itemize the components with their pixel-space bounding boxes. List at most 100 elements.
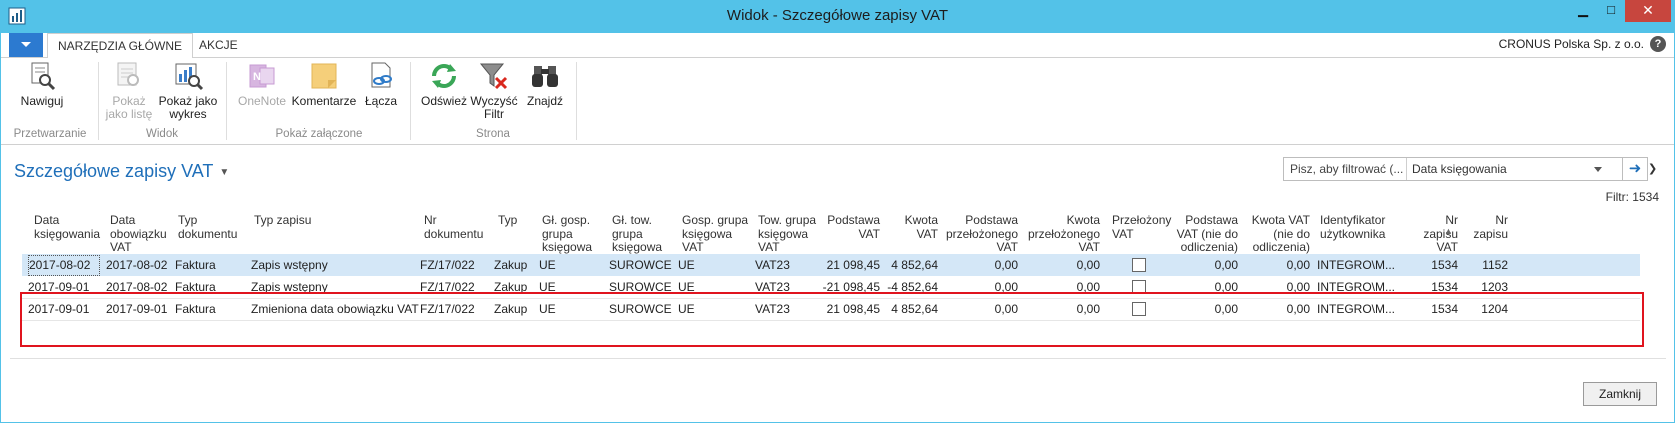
show-as-list-button[interactable]: Pokaż jako listę (103, 60, 155, 121)
show-as-chart-label-2: wykres (169, 107, 207, 121)
cell-nd-base[interactable]: 0,00 (1152, 258, 1238, 272)
cell-doc-type[interactable]: Faktura (175, 258, 245, 272)
links-label: Łącza (364, 94, 398, 108)
col-header-type[interactable]: Typ (498, 213, 517, 228)
filter-box: Pisz, aby filtrować (... Data księgowani… (1283, 157, 1627, 181)
group-show-attached-label: Pokaż załączone (275, 128, 363, 140)
app-menu-button[interactable] (9, 33, 43, 57)
navigate-button[interactable]: Nawiguj (17, 60, 67, 108)
show-as-list-label-2: jako listę (105, 107, 153, 121)
page-title[interactable]: Szczegółowe zapisy VAT ▼ (14, 161, 229, 182)
col-header-vat-base[interactable]: Podstawa VAT (804, 213, 880, 241)
col-header-gen-prod-group[interactable]: Gł. tow. grupa księgowa (612, 213, 662, 255)
col-header-doc-type[interactable]: Typ dokumentu (178, 213, 237, 241)
find-button[interactable]: Znajdź (523, 60, 567, 108)
col-header-vat-date[interactable]: Data obowiązku VAT (110, 213, 167, 255)
chevron-down-icon (21, 42, 31, 47)
highlight-box (20, 292, 1644, 347)
clear-filter-label-2: Filtr (484, 107, 504, 121)
col-header-unrealized-base[interactable]: Podstawa przełożonego VAT (932, 213, 1018, 255)
ribbon: Nawiguj Przetwarzanie Pokaż jako listę P… (1, 58, 1674, 145)
filter-input[interactable]: Pisz, aby filtrować (... (1290, 162, 1403, 176)
onenote-icon: N (249, 64, 275, 88)
col-header-gen-bus-group[interactable]: Gł. gosp. grupa księgowa (542, 213, 592, 255)
cell-gen-bus[interactable]: UE (539, 258, 599, 272)
company-name: CRONUS Polska Sp. z o.o. (1498, 37, 1644, 51)
cell-posting-date[interactable]: 2017-08-02 (28, 255, 100, 276)
clear-filter-button[interactable]: Wyczyść Filtr (469, 60, 519, 121)
navigate-label: Nawiguj (20, 94, 64, 108)
chevron-down-icon[interactable]: ▼ (219, 167, 229, 178)
navigate-icon (31, 62, 56, 91)
filter-count: Filtr: 1534 (1605, 190, 1659, 204)
cell-unreal-base[interactable]: 0,00 (932, 258, 1018, 272)
title-bar: Widok - Szczegółowe zapisy VAT ▁ □ ✕ (0, 0, 1675, 33)
ribbon-divider (576, 62, 577, 140)
cell-user[interactable]: INTEGRO\M... (1317, 258, 1397, 272)
comments-button[interactable]: Komentarze (291, 60, 357, 108)
col-header-entry-type[interactable]: Typ zapisu (254, 213, 311, 228)
cell-nd-amount[interactable]: 0,00 (1230, 258, 1310, 272)
filter-divider (1406, 158, 1407, 180)
show-as-chart-button[interactable]: Pokaż jako wykres (157, 60, 219, 121)
col-header-unrealized-amount[interactable]: Kwota przełożonego VAT (1014, 213, 1100, 255)
show-as-list-label-1: Pokaż (112, 94, 146, 108)
cell-gen-prod[interactable]: SUROWCE (609, 258, 675, 272)
col-header-vat-bus-group[interactable]: Gosp. grupa księgowa VAT (682, 213, 748, 255)
show-as-chart-label-1: Pokaż jako (158, 94, 218, 108)
onenote-label: OneNote (237, 94, 287, 108)
cell-vat-date[interactable]: 2017-08-02 (106, 258, 172, 272)
links-icon (371, 62, 392, 88)
deferred-vat-checkbox[interactable] (1132, 258, 1146, 272)
col-header-nondeductible-base[interactable]: Podstawa VAT (nie do odliczenia) (1152, 213, 1238, 255)
tab-actions[interactable]: AKCJE (189, 33, 248, 57)
clear-filter-icon (479, 63, 508, 90)
col-header-posting-date[interactable]: Data księgowania (34, 213, 100, 241)
table-row[interactable]: 2017-08-02 2017-08-02 Faktura Zapis wstępny… (22, 254, 1640, 276)
chart-view-icon (175, 63, 204, 91)
maximize-button[interactable]: □ (1597, 0, 1625, 22)
cell-vat-entry-no[interactable]: 1534 (1402, 258, 1458, 272)
group-processing-label: Przetwarzanie (13, 128, 87, 140)
clear-filter-label-1: Wyczyść (470, 94, 518, 108)
cell-amount[interactable]: 4 852,64 (872, 258, 938, 272)
tab-home[interactable]: NARZĘDZIA GŁÓWNE (47, 33, 194, 59)
cell-unreal-amount[interactable]: 0,00 (1014, 258, 1100, 272)
chevron-down-icon[interactable] (1594, 167, 1602, 172)
links-button[interactable]: Łącza (361, 60, 401, 108)
close-window-button[interactable]: ✕ (1625, 0, 1671, 22)
col-header-vat-amount[interactable]: Kwota VAT (872, 213, 938, 241)
col-header-doc-no[interactable]: Nr dokumentu (424, 213, 483, 241)
filter-field-select[interactable]: Data księgowania (1412, 162, 1507, 176)
arrow-right-icon: ➜ (1628, 160, 1642, 177)
close-button[interactable]: Zamknij (1583, 382, 1657, 406)
cell-entry-type[interactable]: Zapis wstępny (251, 258, 421, 272)
cell-doc-no[interactable]: FZ/17/022 (420, 258, 490, 272)
col-header-nondeductible-amount[interactable]: Kwota VAT (nie do odliczenia) (1230, 213, 1310, 255)
group-view-label: Widok (146, 128, 178, 140)
help-icon[interactable]: ? (1650, 36, 1666, 52)
cell-type[interactable]: Zakup (494, 258, 538, 272)
onenote-button[interactable]: N OneNote (236, 60, 288, 108)
cell-vat-bus[interactable]: UE (678, 258, 748, 272)
minimize-button[interactable]: ▁ (1569, 0, 1597, 22)
comments-icon (311, 63, 337, 89)
page-title-text: Szczegółowe zapisy VAT (14, 161, 214, 181)
grid-bottom-border (10, 358, 1666, 359)
col-header-entry-no[interactable]: Nr zapisu (1460, 213, 1508, 241)
ribbon-tabs: NARZĘDZIA GŁÓWNE AKCJE CRONUS Polska Sp.… (1, 33, 1674, 59)
cell-entry-no[interactable]: 1152 (1460, 258, 1508, 272)
ribbon-divider (226, 62, 227, 140)
ribbon-divider (410, 62, 411, 140)
group-page-label: Strona (476, 128, 510, 140)
sort-ascending-icon: ▲ (1444, 226, 1453, 236)
list-view-icon (117, 62, 139, 86)
ribbon-divider (98, 62, 99, 140)
refresh-button[interactable]: Odśwież (419, 60, 469, 108)
collapse-chevron-icon[interactable]: ❯ (1648, 162, 1657, 175)
comments-label: Komentarze (291, 94, 357, 108)
binoculars-icon (532, 66, 558, 87)
col-header-user-id[interactable]: Identyfikator użytkownika (1320, 213, 1385, 241)
apply-filter-button[interactable]: ➜ (1622, 157, 1648, 181)
cell-base[interactable]: 21 098,45 (804, 258, 880, 272)
